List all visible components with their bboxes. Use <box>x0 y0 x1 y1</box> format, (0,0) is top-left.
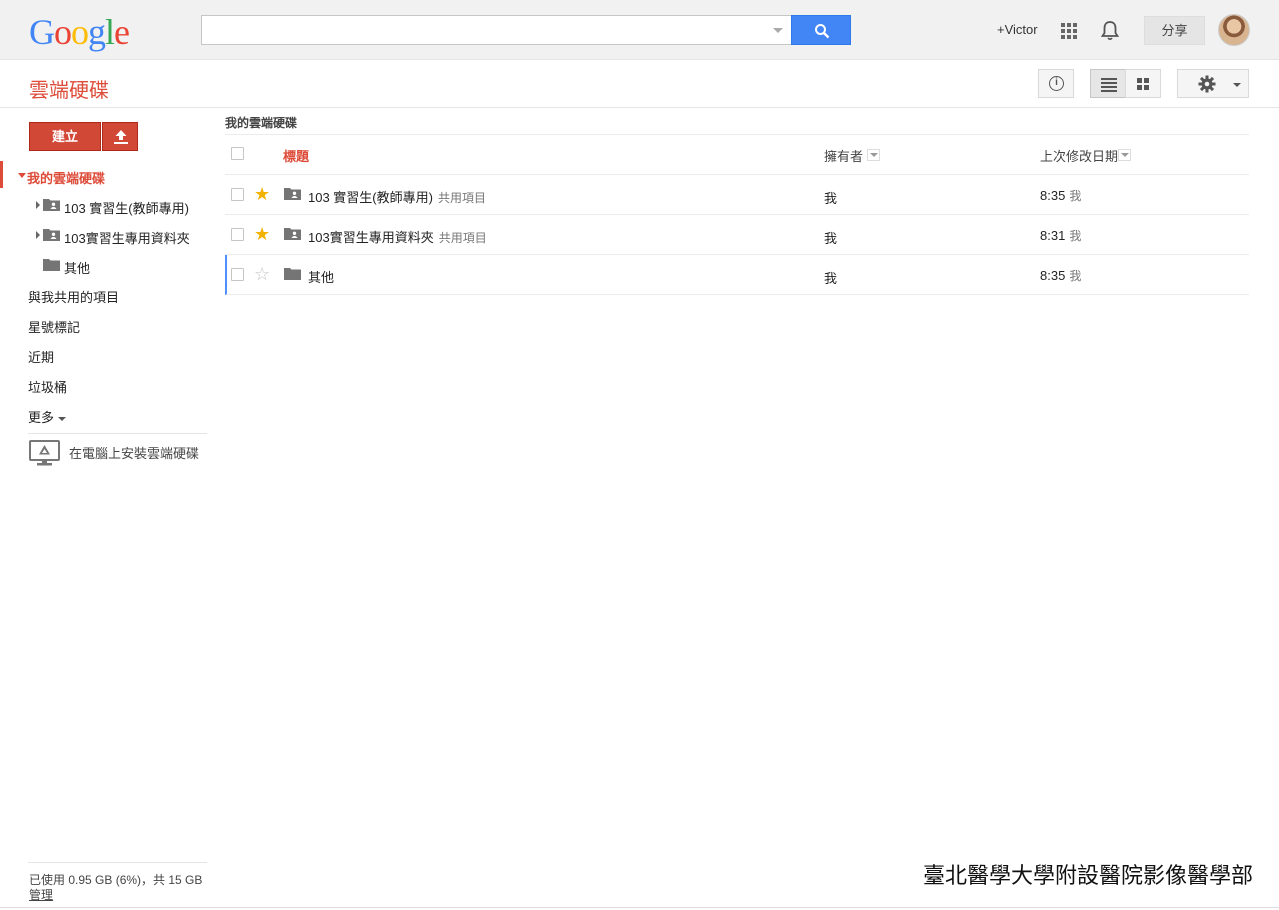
search-box <box>201 15 792 45</box>
apps-grid-icon[interactable] <box>1061 23 1077 39</box>
list-view-icon <box>1101 78 1117 80</box>
nav-starred[interactable]: 星號標記 <box>28 317 80 336</box>
nav-shared-with-me[interactable]: 與我共用的項目 <box>28 287 119 306</box>
file-name[interactable]: 103 實習生(教師專用) <box>308 190 433 205</box>
details-button[interactable]: i <box>1038 69 1074 98</box>
modified-time: 8:31 <box>1040 228 1066 243</box>
account-avatar[interactable] <box>1218 14 1250 46</box>
install-drive-link[interactable]: 在電腦上安裝雲端硬碟 <box>69 443 199 462</box>
row-name[interactable]: 103 實習生(教師專用) 共用項目 <box>308 187 486 206</box>
star-outline-icon[interactable]: ☆ <box>254 265 270 283</box>
row-modified: 8:35 我 <box>1040 267 1081 284</box>
select-all-checkbox[interactable] <box>231 147 244 160</box>
row-checkbox[interactable] <box>231 228 244 241</box>
search-input[interactable] <box>202 16 762 44</box>
logo-letter: l <box>105 12 115 52</box>
nav-active-indicator <box>0 161 3 188</box>
settings-caret-icon <box>1233 83 1241 87</box>
table-row[interactable] <box>225 255 1249 295</box>
row-owner: 我 <box>824 231 838 246</box>
star-icon[interactable]: ★ <box>254 225 270 243</box>
storage-usage: 已使用 0.95 GB (6%)，共 15 GB <box>29 873 203 887</box>
shared-badge: 共用項目 <box>438 231 487 245</box>
chevron-down-icon <box>58 416 67 421</box>
settings-button[interactable] <box>1177 69 1249 98</box>
nav-my-drive[interactable]: 我的雲端硬碟 <box>27 168 105 187</box>
app-bar: 雲端硬碟 <box>0 60 1279 108</box>
create-button[interactable]: 建立 <box>29 122 101 151</box>
bottom-divider <box>0 907 1279 908</box>
column-owner-header[interactable]: 擁有者 <box>824 146 863 165</box>
storage-divider <box>28 862 207 863</box>
collapse-caret-icon[interactable] <box>18 173 26 178</box>
row-modified: 8:35 我 <box>1040 187 1081 204</box>
star-icon[interactable]: ★ <box>254 185 270 203</box>
gear-icon <box>1198 75 1216 93</box>
nav-more[interactable]: 更多 <box>28 407 67 426</box>
row-owner: 我 <box>824 271 838 286</box>
nav-folder-label[interactable]: 103 實習生(教師專用) <box>64 198 189 217</box>
logo-letter: o <box>71 12 89 52</box>
owner-sort-caret-icon[interactable] <box>867 149 880 161</box>
row-modified: 8:31 我 <box>1040 227 1081 244</box>
logo-letter: o <box>54 12 72 52</box>
expand-caret-icon[interactable] <box>36 231 40 239</box>
list-view-button[interactable] <box>1090 69 1126 98</box>
nav-recent[interactable]: 近期 <box>28 347 54 366</box>
modified-sort-caret-icon[interactable] <box>1118 149 1131 161</box>
google-logo[interactable]: Google <box>29 12 130 52</box>
logo-letter: g <box>88 12 106 52</box>
logo-letter: G <box>29 12 55 52</box>
shared-folder-icon <box>43 229 60 241</box>
folder-icon <box>43 259 60 271</box>
grid-view-button[interactable] <box>1125 69 1161 98</box>
notifications-bell-icon[interactable] <box>1101 20 1119 41</box>
row-owner: 我 <box>824 191 838 206</box>
info-icon: i <box>1049 76 1064 91</box>
breadcrumb[interactable]: 我的雲端硬碟 <box>225 114 297 131</box>
shared-folder-icon <box>284 228 301 240</box>
search-icon <box>815 24 830 39</box>
shared-folder-icon <box>43 199 60 211</box>
row-name[interactable]: 103實習生專用資料夾 共用項目 <box>308 227 487 246</box>
sidebar-divider <box>28 433 207 434</box>
top-bar: Google +Victor 分享 <box>0 0 1279 60</box>
folder-icon <box>284 268 301 280</box>
modified-time: 8:35 <box>1040 268 1066 283</box>
row-checkbox[interactable] <box>231 268 244 281</box>
shared-badge: 共用項目 <box>437 191 486 205</box>
google-plus-user-link[interactable]: +Victor <box>997 22 1038 37</box>
expand-caret-icon[interactable] <box>36 201 40 209</box>
row-name[interactable]: 其他 <box>308 267 334 286</box>
search-button[interactable] <box>791 15 851 45</box>
file-name[interactable]: 103實習生專用資料夾 <box>308 230 434 245</box>
nav-folder-label[interactable]: 其他 <box>64 258 90 277</box>
nav-more-label: 更多 <box>28 410 55 425</box>
desktop-drive-icon[interactable] <box>29 440 60 467</box>
modified-time: 8:35 <box>1040 188 1066 203</box>
logo-letter: e <box>114 12 130 52</box>
nav-folder-label[interactable]: 103實習生專用資料夾 <box>64 228 190 247</box>
nav-trash[interactable]: 垃圾桶 <box>28 377 67 396</box>
column-modified-header[interactable]: 上次修改日期 <box>1040 146 1118 165</box>
modified-by: 我 <box>1069 189 1082 203</box>
upload-icon <box>114 130 128 144</box>
modified-by: 我 <box>1069 269 1082 283</box>
shared-folder-icon <box>284 188 301 200</box>
watermark-text: 臺北醫學大學附設醫院影像醫學部 <box>923 863 1254 888</box>
search-options-caret-icon[interactable] <box>773 28 783 33</box>
manage-storage-link[interactable]: 管理 <box>29 886 53 903</box>
modified-by: 我 <box>1069 229 1082 243</box>
app-title[interactable]: 雲端硬碟 <box>29 74 109 103</box>
column-title-header[interactable]: 標題 <box>283 146 309 165</box>
row-checkbox[interactable] <box>231 188 244 201</box>
file-name[interactable]: 其他 <box>308 270 334 285</box>
share-button[interactable]: 分享 <box>1144 16 1205 45</box>
grid-view-icon <box>1137 78 1142 83</box>
upload-button[interactable] <box>102 122 138 151</box>
